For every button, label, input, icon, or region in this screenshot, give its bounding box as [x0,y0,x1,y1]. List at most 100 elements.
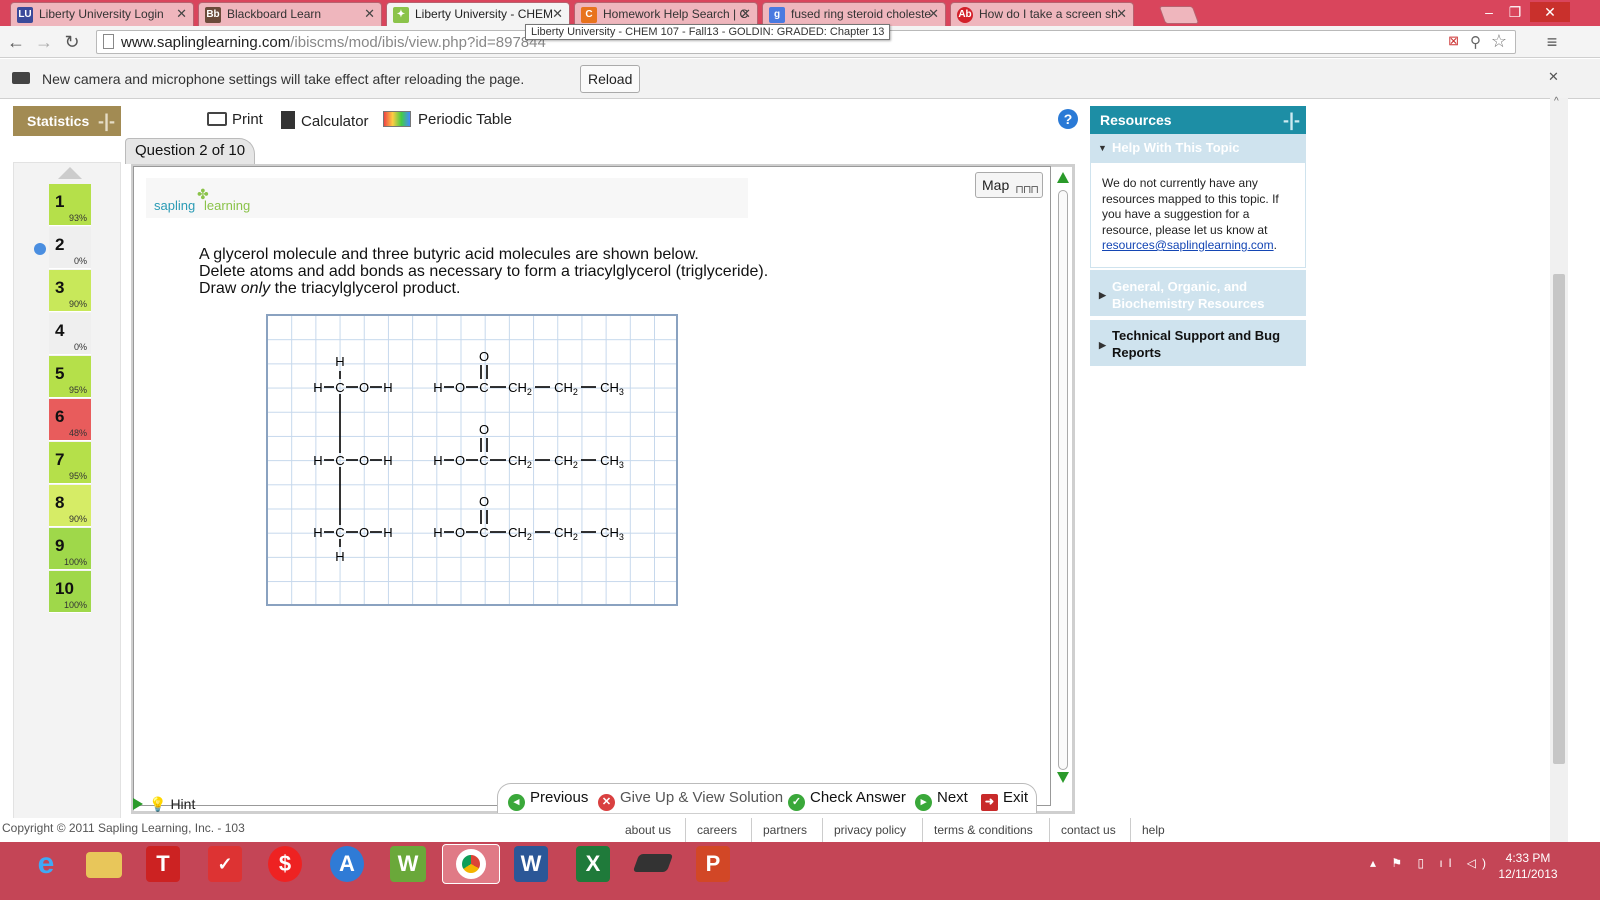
group-ch2: CH2 [554,525,578,542]
close-icon[interactable]: ✕ [928,3,939,25]
browser-tab-active[interactable]: ✦ Liberty University - CHEM ✕ [386,2,570,26]
close-icon[interactable]: ✕ [1548,69,1559,85]
question-number: 4 [55,321,65,340]
window-close-icon[interactable]: ✕ [1530,2,1570,22]
footer-link[interactable]: terms & conditions [934,823,1033,837]
restore-icon[interactable]: ❐ [1502,2,1528,22]
question-number: 7 [55,450,65,469]
date: 12/11/2013 [1498,867,1558,881]
magnify-icon[interactable]: ⚲ [1470,33,1481,51]
browser-tab[interactable]: C Homework Help Search | C ✕ [574,2,758,26]
collapse-icon[interactable]: -|- [1283,106,1300,134]
statistics-header[interactable]: Statistics -|- [13,106,121,136]
close-icon[interactable]: ✕ [552,3,563,25]
refresh-icon[interactable]: ↻ [60,30,84,54]
footer-link[interactable]: partners [763,823,807,837]
footer-link[interactable]: help [1142,823,1165,837]
app-w-icon[interactable]: W [390,846,426,882]
scroll-down-icon[interactable] [1057,772,1069,783]
atom-h: H [313,453,322,468]
camera-blocked-icon[interactable]: ⊠ [1448,33,1459,49]
question-nav-item[interactable]: 5 95% [49,356,91,398]
group-ch3-text: CH [600,380,619,395]
file-explorer-icon[interactable] [86,852,122,878]
app-dollar-icon[interactable]: $ [268,846,302,882]
app-store-icon[interactable]: A [330,846,364,882]
browser-tab[interactable]: Bb Blackboard Learn ✕ [198,2,382,26]
question-nav-item[interactable]: 3 90% [49,270,91,312]
system-tray-icons[interactable]: ▴ ⚑ ▯ ıl ◁) [1370,856,1492,870]
question-text: A glycerol molecule and three butyric ac… [199,246,768,297]
infobar-text: New camera and microphone settings will … [42,71,525,87]
scroll-track[interactable] [1058,190,1068,770]
minimize-icon[interactable]: – [1476,2,1502,22]
question-nav-item[interactable]: 10 100% [49,571,91,613]
close-icon[interactable]: ✕ [740,3,751,25]
exit-button[interactable]: ➜ Exit [981,789,1028,811]
footer-link[interactable]: contact us [1061,823,1116,837]
scroll-up-icon[interactable] [1057,172,1069,183]
forward-icon[interactable]: → [32,30,56,54]
resource-section-support[interactable]: ▶ Technical Support and Bug Reports [1090,320,1306,366]
question-number: 9 [55,536,65,555]
periodic-table-button[interactable]: Periodic Table [383,111,512,128]
browser-tab[interactable]: g fused ring steroid choleste ✕ [762,2,946,26]
scroll-up-icon[interactable] [58,167,82,179]
drawing-canvas[interactable]: H H C O H H C O H H C O H H H O C O CH2 CH2 CH3 H O C O CH2 CH2 CH3… [266,314,678,606]
close-icon[interactable]: ✕ [176,3,187,25]
atom-c: C [335,525,344,540]
resources-header[interactable]: Resources -|- [1090,106,1306,134]
browser-tab[interactable]: Ab How do I take a screen sh ✕ [950,2,1134,26]
previous-button[interactable]: ◂ Previous [508,789,588,811]
help-icon[interactable]: ? [1058,109,1078,129]
atom-c-text: C [335,380,344,395]
question-nav-item[interactable]: 7 95% [49,442,91,484]
atom-h: H [433,525,442,540]
device-icon[interactable] [632,854,674,872]
excel-icon[interactable]: X [576,846,610,882]
footer-link[interactable]: about us [625,823,671,837]
clock[interactable]: 4:33 PM 12/11/2013 [1488,850,1568,882]
app-check-icon[interactable]: ✓ [208,846,242,882]
bookmark-star-icon[interactable]: ☆ [1491,31,1507,52]
question-nav-item[interactable]: 6 48% [49,399,91,441]
new-tab-button[interactable] [1158,6,1200,24]
browser-tab[interactable]: LU Liberty University Login ✕ [10,2,194,26]
resources-email-link[interactable]: resources@saplinglearning.com [1102,238,1274,252]
close-icon[interactable]: ✕ [1116,3,1127,25]
check-answer-button[interactable]: ✓ Check Answer [788,789,906,811]
question-nav-item[interactable]: 1 93% [49,184,91,226]
chrome-icon[interactable] [442,844,500,884]
expand-icon[interactable]: -|- [98,106,115,136]
reload-button[interactable]: Reload [580,65,641,93]
back-icon[interactable]: ← [4,30,28,54]
scroll-thumb[interactable] [1553,274,1565,764]
powerpoint-icon[interactable]: P [696,846,730,882]
atom-h-text: H [313,453,322,468]
close-icon[interactable]: ✕ [364,3,375,25]
app-t-icon[interactable]: T [146,846,180,882]
taskbar: e T ✓ $ A W W X P ▴ ⚑ ▯ ıl ◁) 4:33 PM 12/… [0,842,1600,900]
internet-explorer-icon[interactable]: e [24,846,68,882]
resource-section-gob[interactable]: ▶ General, Organic, and Biochemistry Reso… [1090,270,1306,318]
question-nav-item[interactable]: 2 0% [49,227,91,269]
footer-link[interactable]: privacy policy [834,823,906,837]
atom-h: H [383,525,392,540]
question-nav-item[interactable]: 9 100% [49,528,91,570]
hint-button[interactable]: 💡 Hint [133,796,253,816]
atom-h-text: H [383,525,392,540]
print-button[interactable]: Print [207,111,263,128]
map-button[interactable]: Map ⊓⊓⊓ [975,172,1043,198]
group-ch2: CH2 [554,380,578,397]
footer-link[interactable]: careers [697,823,737,837]
menu-icon[interactable]: ≡ [1540,30,1564,54]
word-icon[interactable]: W [514,846,548,882]
resource-section-help[interactable]: ▼ Help With This Topic [1090,134,1306,162]
question-nav-item[interactable]: 8 90% [49,485,91,527]
give-up-button[interactable]: ✕ Give Up & View Solution [598,789,783,811]
scroll-up-icon[interactable]: ^ [1554,96,1559,107]
question-nav-item[interactable]: 4 0% [49,313,91,355]
calculator-button[interactable]: Calculator [281,111,369,130]
next-button[interactable]: ▸ Next [915,789,968,811]
page-scrollbar[interactable]: ^ [1550,96,1568,842]
